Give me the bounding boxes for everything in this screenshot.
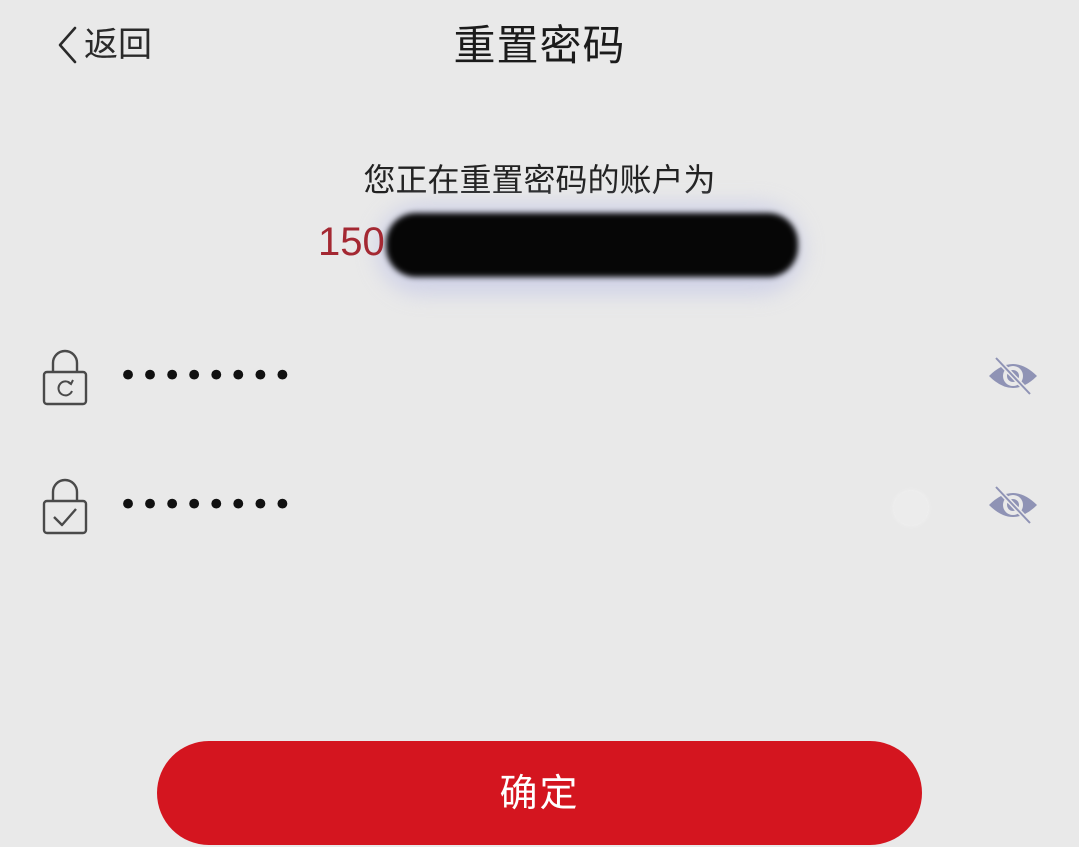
- new-password-input[interactable]: ••••••••: [118, 354, 294, 398]
- eye-slash-icon[interactable]: [986, 485, 1040, 525]
- confirm-password-field[interactable]: ••••••••: [0, 465, 1079, 545]
- redaction-mark: [376, 203, 804, 295]
- account-info-label: 您正在重置密码的账户为: [363, 161, 716, 199]
- lock-refresh-icon: [42, 349, 88, 406]
- page-title: 重置密码: [453, 21, 626, 70]
- eye-slash-icon[interactable]: [986, 356, 1040, 396]
- clear-icon[interactable]: [894, 491, 928, 525]
- account-number-prefix: 150: [318, 220, 385, 264]
- lock-check-icon: [42, 478, 88, 535]
- navigation-bar: 返回 重置密码: [0, 0, 1079, 95]
- new-password-field[interactable]: ••••••••: [0, 336, 1079, 416]
- confirm-password-input[interactable]: ••••••••: [118, 483, 294, 527]
- confirm-button[interactable]: 确定: [157, 741, 922, 845]
- account-number: 150: [318, 215, 385, 269]
